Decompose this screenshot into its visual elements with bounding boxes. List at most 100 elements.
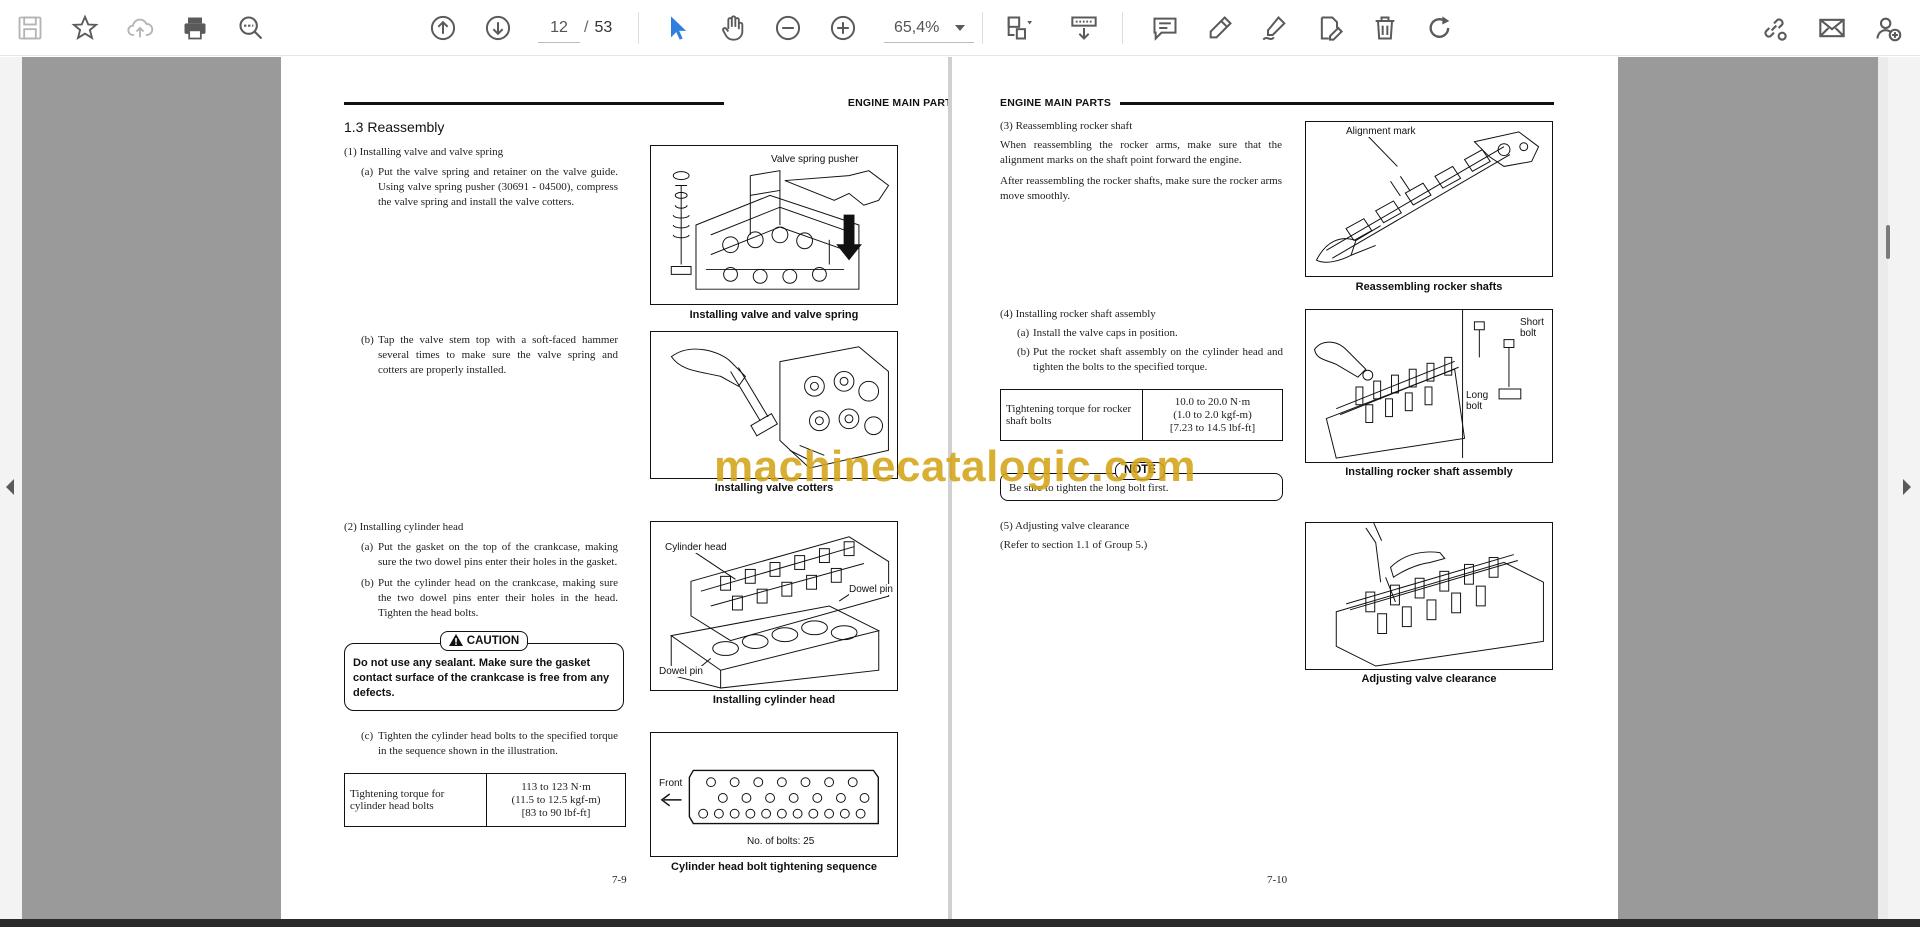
torque-label: Tightening torque for cylinder head bolt…	[344, 773, 487, 827]
bookmark-star-icon[interactable]	[67, 10, 103, 46]
step-title: (4) Installing rocker shaft assembly	[1000, 308, 1156, 320]
page-number: 7-9	[612, 874, 627, 886]
link-icon[interactable]	[1756, 10, 1792, 46]
caution-text: Do not use any sealant. Make sure the ga…	[353, 657, 610, 699]
user-add-icon[interactable]	[1870, 10, 1906, 46]
step-text: Put the cylinder head on the crankcase, …	[378, 577, 618, 619]
figure-caption: Installing rocker shaft assembly	[1345, 466, 1513, 478]
torque-kgfm: (1.0 to 2.0 kgf-m)	[1173, 408, 1252, 421]
figure-label: Long bolt	[1466, 390, 1496, 412]
toolbar-divider	[982, 12, 983, 44]
select-arrow-icon[interactable]	[660, 10, 696, 46]
torque-kgfm: (11.5 to 12.5 kgf-m)	[511, 793, 601, 806]
warning-icon	[448, 634, 463, 652]
figure-caption: Installing cylinder head	[712, 694, 836, 706]
highlight-icon[interactable]	[1202, 10, 1238, 46]
page-number: 7-10	[1267, 874, 1288, 886]
page-header: ENGINE MAIN PARTS	[1000, 97, 1112, 109]
figure-rocker-assembly: Short bolt Long bolt	[1305, 309, 1553, 463]
crop-icon[interactable]	[1000, 10, 1036, 46]
figure-label: Short bolt	[1520, 317, 1550, 339]
figure-label: Alignment mark	[1346, 126, 1416, 137]
step-text: (Refer to section 1.1 of Group 5.)	[1000, 539, 1148, 551]
viewer-margin-left	[22, 57, 281, 919]
step-text: Tighten the cylinder head bolts to the s…	[378, 730, 618, 757]
step-title: (2) Installing cylinder head	[344, 521, 464, 533]
torque-lbfft: [7.23 to 14.5 lbf-ft]	[1169, 421, 1256, 434]
figure-label: Dowel pin	[659, 666, 703, 677]
chevron-down-icon[interactable]	[952, 13, 968, 43]
zoom-in-icon[interactable]	[825, 10, 861, 46]
caution-label-text: CAUTION	[466, 635, 520, 647]
page-number-input[interactable]: 12	[538, 13, 580, 43]
front-label: Front	[659, 778, 683, 789]
delete-icon[interactable]	[1367, 10, 1403, 46]
scroll-up-icon[interactable]	[425, 10, 461, 46]
scroll-down-icon[interactable]	[480, 10, 516, 46]
step-text: Put the gasket on the top of the crankca…	[378, 541, 618, 568]
print-icon[interactable]	[177, 10, 213, 46]
step-title: (3) Reassembling rocker shaft	[1000, 120, 1133, 132]
step-text: Put the rocket shaft assembly on the cyl…	[1033, 346, 1283, 373]
step-text: When reassembling the rocker arms, make …	[1000, 139, 1282, 166]
figure-caption: Installing valve and valve spring	[689, 309, 859, 321]
caution-box: Do not use any sealant. Make sure the ga…	[344, 643, 624, 711]
figure-caption: Cylinder head bolt tightening sequence	[671, 861, 877, 873]
step-label: (b)	[361, 577, 374, 589]
mail-icon[interactable]	[1814, 10, 1850, 46]
figure-label: Dowel pin	[849, 584, 893, 595]
redo-icon[interactable]	[1422, 10, 1458, 46]
comment-icon[interactable]	[1147, 10, 1183, 46]
page-total: 53	[594, 19, 613, 36]
section-title: 1.3 Reassembly	[344, 119, 445, 135]
torque-value: 113 to 123 N·m (11.5 to 12.5 kgf-m) [83 …	[486, 773, 626, 827]
document-viewer[interactable]: ENGINE MAIN PARTS 1.3 Reassembly (1) Ins…	[0, 57, 1920, 919]
vertical-scrollbar[interactable]	[1878, 57, 1888, 919]
figure-caption: Reassembling rocker shafts	[1355, 281, 1503, 293]
sign-icon[interactable]	[1257, 10, 1293, 46]
viewer-margin-right	[1618, 57, 1878, 919]
step-label: (b)	[1017, 346, 1030, 358]
figure-cylinder-head: Cylinder head Dowel pin Dowel pin	[650, 521, 898, 691]
save-icon[interactable]	[12, 10, 48, 46]
page-separator: /	[584, 19, 589, 36]
zoom-out-icon[interactable]	[770, 10, 806, 46]
page-count: / 53	[584, 13, 618, 43]
edit-icon[interactable]	[1312, 10, 1348, 46]
toolbar-divider	[1122, 12, 1123, 44]
status-bar	[0, 919, 1920, 927]
bolt-count-label: No. of bolts: 25	[747, 836, 815, 847]
scrollbar-thumb[interactable]	[1886, 225, 1890, 259]
caution-label: CAUTION	[440, 631, 528, 651]
step-title: (5) Adjusting valve clearance	[1000, 520, 1130, 532]
figure-valve-clearance	[1305, 522, 1553, 670]
step-title: (1) Installing valve and valve spring	[344, 146, 504, 158]
step-label: (c)	[361, 730, 374, 742]
torque-nm: 113 to 123 N·m	[521, 780, 591, 793]
toolbar-divider	[638, 12, 639, 44]
torque-lbfft: [83 to 90 lbf-ft]	[521, 806, 591, 819]
toolbar: 12 /53 65,4%	[0, 0, 1920, 56]
figure-label: Valve spring pusher	[771, 154, 859, 165]
cloud-upload-icon[interactable]	[122, 10, 158, 46]
zoom-out-magnifier-icon[interactable]	[233, 10, 269, 46]
figure-valve-spring: Valve spring pusher	[650, 145, 898, 305]
hand-icon[interactable]	[715, 10, 751, 46]
torque-label: Tightening torque for rocker shaft bolts	[1000, 389, 1143, 441]
step-label: (b)	[361, 334, 374, 346]
watermark: machinecatalogic.com	[714, 442, 1196, 491]
previous-page-icon[interactable]	[5, 477, 15, 497]
step-text: Install the valve caps in position.	[1033, 327, 1178, 339]
header-rule	[1120, 102, 1554, 105]
step-text: Put the valve spring and retainer on the…	[378, 166, 618, 208]
page-header: ENGINE MAIN PARTS	[847, 97, 959, 109]
torque-table: Tightening torque for rocker shaft bolts…	[1000, 389, 1283, 441]
torque-table: Tightening torque for cylinder head bolt…	[344, 773, 626, 827]
fit-icon[interactable]	[1066, 10, 1102, 46]
torque-value: 10.0 to 20.0 N·m (1.0 to 2.0 kgf-m) [7.2…	[1142, 389, 1283, 441]
figure-bolt-sequence: Front No. of bolts: 25	[650, 732, 898, 857]
figure-rocker-shaft: Alignment mark	[1305, 121, 1553, 277]
next-page-icon[interactable]	[1902, 477, 1912, 497]
step-label: (a)	[361, 166, 374, 178]
torque-nm: 10.0 to 20.0 N·m	[1174, 395, 1251, 408]
